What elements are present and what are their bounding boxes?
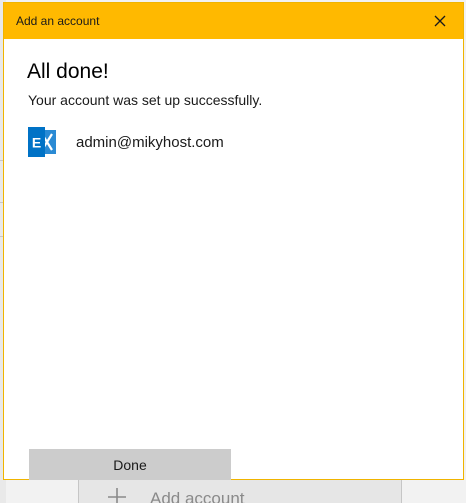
exchange-icon: E (28, 127, 56, 157)
svg-text:E: E (32, 135, 41, 151)
dialog-titlebar: Add an account (4, 3, 463, 39)
close-icon (434, 15, 446, 27)
success-message: Your account was set up successfully. (28, 92, 263, 108)
background-add-account-label: Add account (150, 489, 245, 503)
dialog-title: Add an account (16, 14, 100, 28)
done-button[interactable]: Done (29, 449, 231, 480)
add-account-dialog: Add an account All done! Your account wa… (3, 2, 464, 480)
plus-icon (106, 486, 128, 503)
account-email: admin@mikyhost.com (76, 133, 224, 151)
page-title: All done! (27, 60, 109, 83)
close-button[interactable] (417, 3, 463, 39)
screen: Add account Add an account All done! You… (0, 0, 466, 503)
account-item: E admin@mikyhost.com (26, 126, 224, 158)
